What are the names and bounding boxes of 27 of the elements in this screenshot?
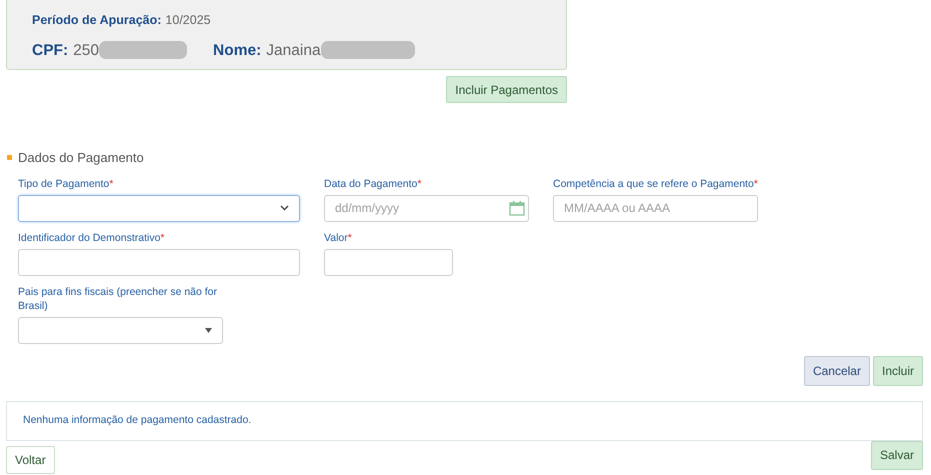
back-button[interactable]: Voltar [6, 446, 55, 474]
dropdown-field[interactable] [18, 316, 223, 344]
cpf-label: CPF: [32, 40, 68, 61]
caret-down-icon [205, 328, 212, 332]
save-button[interactable]: Salvar [870, 440, 923, 470]
section-title: Dados do Pagamento [18, 149, 144, 167]
field-label: Identificador do Demonstrativo* [18, 230, 166, 244]
include-payments-button[interactable]: Incluir Pagamentos [446, 76, 567, 103]
name-value: Janaina [266, 40, 321, 61]
period-value: 10/2025 [165, 12, 211, 29]
select-field[interactable] [18, 194, 300, 222]
period-label: Período de Apuração: [32, 12, 162, 29]
cancel-button[interactable]: Cancelar [804, 356, 870, 386]
field-label: Valor* [324, 230, 353, 244]
field-label: Competência a que se refere o Pagamento* [553, 176, 758, 190]
section-bullet-icon [7, 155, 12, 160]
include-button[interactable]: Incluir [872, 356, 923, 386]
cpf-value: 250 [73, 40, 100, 61]
empty-message: Nenhuma informação de pagamento cadastrado. [23, 412, 252, 428]
field-label: Pais para fins fiscais (preencher se não for Brasil) [18, 284, 218, 312]
field-label: Data do Pagamento* [324, 176, 422, 190]
chevron-down-icon [280, 205, 289, 211]
input-field[interactable] [18, 248, 300, 276]
field-label: Tipo de Pagamento* [18, 176, 114, 190]
calendar-icon[interactable] [509, 200, 525, 216]
input-field[interactable] [324, 248, 453, 276]
name-label: Nome: [213, 40, 262, 61]
